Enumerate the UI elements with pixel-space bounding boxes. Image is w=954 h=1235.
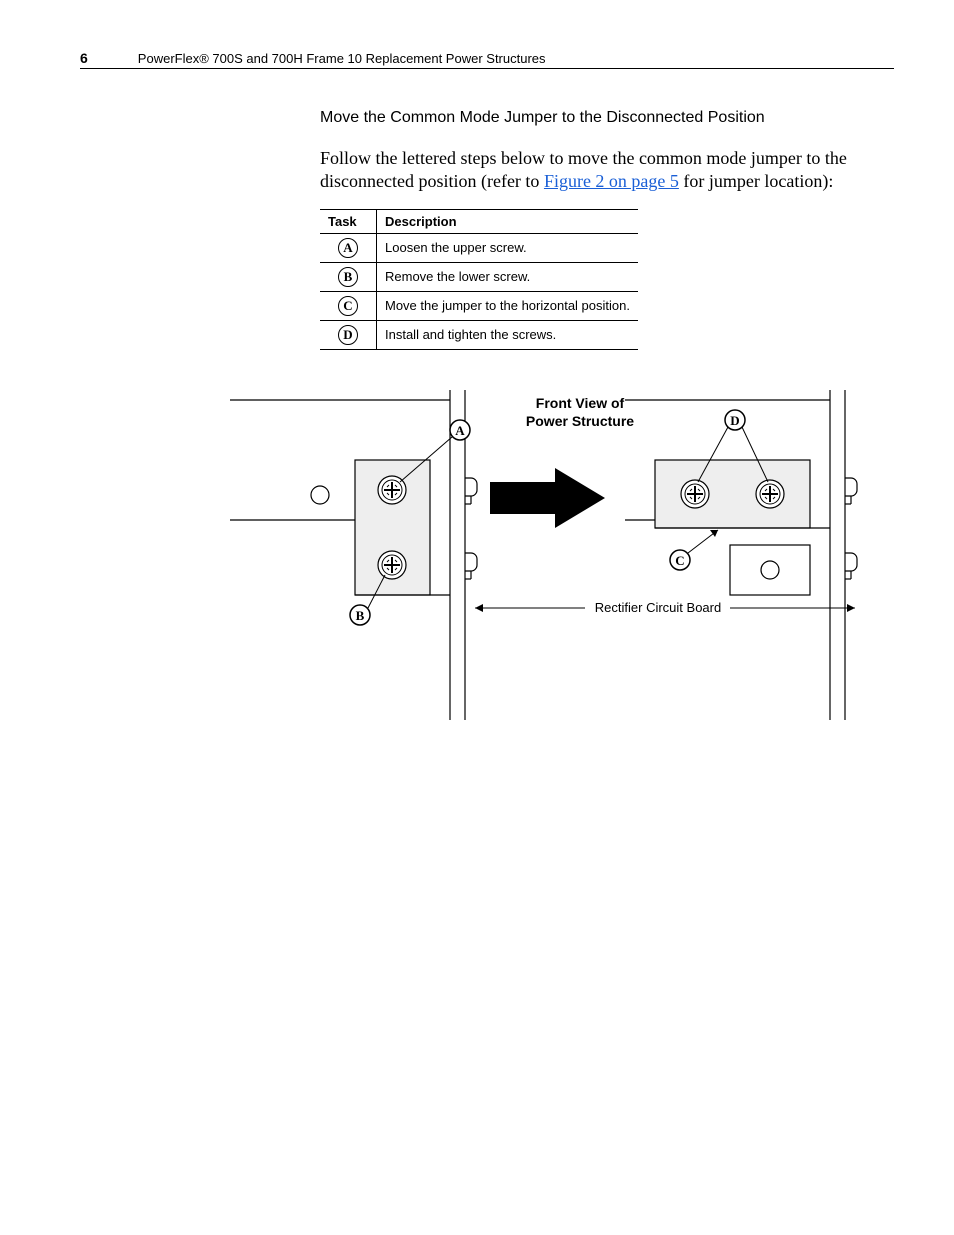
description-header: Description — [377, 209, 638, 233]
step-letter-d-icon: D — [338, 325, 358, 345]
page-header: 6 PowerFlex® 700S and 700H Frame 10 Repl… — [80, 50, 894, 69]
bracket-icon — [465, 553, 477, 579]
svg-text:A: A — [455, 423, 465, 438]
screw-icon — [378, 551, 406, 579]
step-description: Move the jumper to the horizontal positi… — [377, 291, 638, 320]
task-table: Task Description A Loosen the upper scre… — [320, 209, 638, 350]
task-header: Task — [320, 209, 377, 233]
step-description: Remove the lower screw. — [377, 262, 638, 291]
page-number: 6 — [80, 50, 88, 66]
intro-post: for jumper location): — [679, 171, 833, 191]
figure-link[interactable]: Figure 2 on page 5 — [544, 171, 679, 191]
jumper-horizontal — [655, 460, 810, 528]
section-title: Move the Common Mode Jumper to the Disco… — [320, 109, 894, 127]
diagram: Front View of Power Structure — [220, 390, 894, 735]
table-row: B Remove the lower screw. — [320, 262, 638, 291]
step-letter-c-icon: C — [338, 296, 358, 316]
table-row: A Loosen the upper screw. — [320, 233, 638, 262]
table-row: D Install and tighten the screws. — [320, 320, 638, 349]
callout-a: A — [400, 420, 470, 482]
rectifier-label-group: Rectifier Circuit Board — [475, 600, 855, 615]
diagram-title-1: Front View of — [536, 395, 625, 411]
diagram-title-2: Power Structure — [526, 413, 634, 429]
screw-icon — [681, 480, 709, 508]
hole-icon — [311, 486, 329, 504]
bracket-icon — [845, 553, 857, 579]
callout-c: C — [670, 530, 718, 570]
step-letter-b-icon: B — [338, 267, 358, 287]
document-title: PowerFlex® 700S and 700H Frame 10 Replac… — [138, 51, 546, 66]
rectifier-label: Rectifier Circuit Board — [595, 600, 721, 615]
step-letter-a-icon: A — [338, 238, 358, 258]
screw-icon — [756, 480, 784, 508]
table-row: C Move the jumper to the horizontal posi… — [320, 291, 638, 320]
svg-text:C: C — [675, 553, 684, 568]
bracket-icon — [465, 478, 477, 504]
bracket-icon — [845, 478, 857, 504]
step-description: Install and tighten the screws. — [377, 320, 638, 349]
svg-text:D: D — [730, 413, 739, 428]
step-description: Loosen the upper screw. — [377, 233, 638, 262]
open-pad — [730, 545, 810, 595]
svg-text:B: B — [356, 608, 365, 623]
transition-arrow-icon — [490, 468, 605, 528]
intro-paragraph: Follow the lettered steps below to move … — [320, 147, 894, 194]
